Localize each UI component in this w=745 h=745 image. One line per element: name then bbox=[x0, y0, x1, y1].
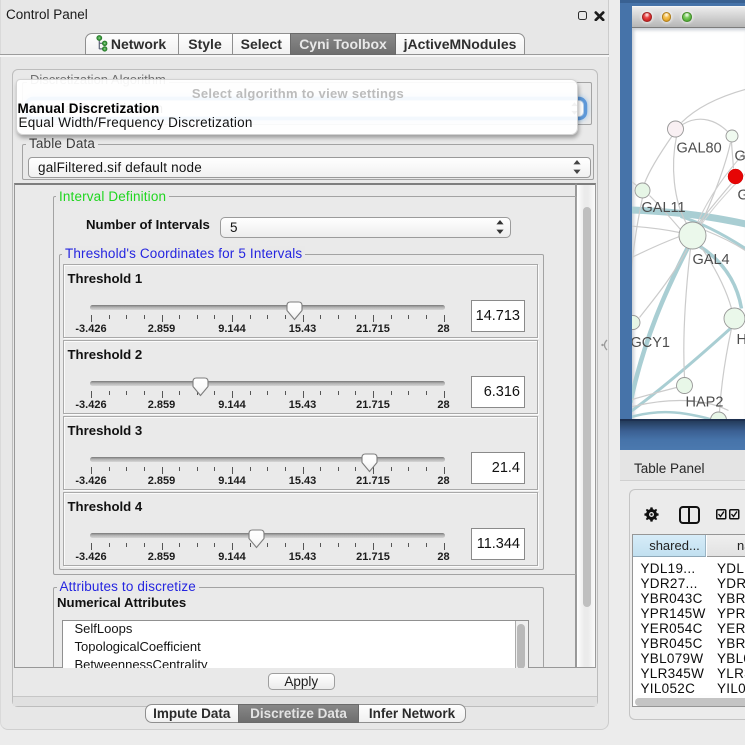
svg-text:GAL11: GAL11 bbox=[641, 200, 685, 216]
svg-text:HA: HA bbox=[736, 332, 745, 348]
svg-text:GA: GA bbox=[734, 148, 745, 164]
svg-text:GCY1: GCY1 bbox=[632, 335, 670, 351]
svg-text:GAL4: GAL4 bbox=[692, 252, 729, 268]
svg-text:G: G bbox=[737, 187, 745, 203]
svg-text:GAL80: GAL80 bbox=[676, 140, 721, 156]
svg-text:HAP2: HAP2 bbox=[685, 394, 723, 410]
